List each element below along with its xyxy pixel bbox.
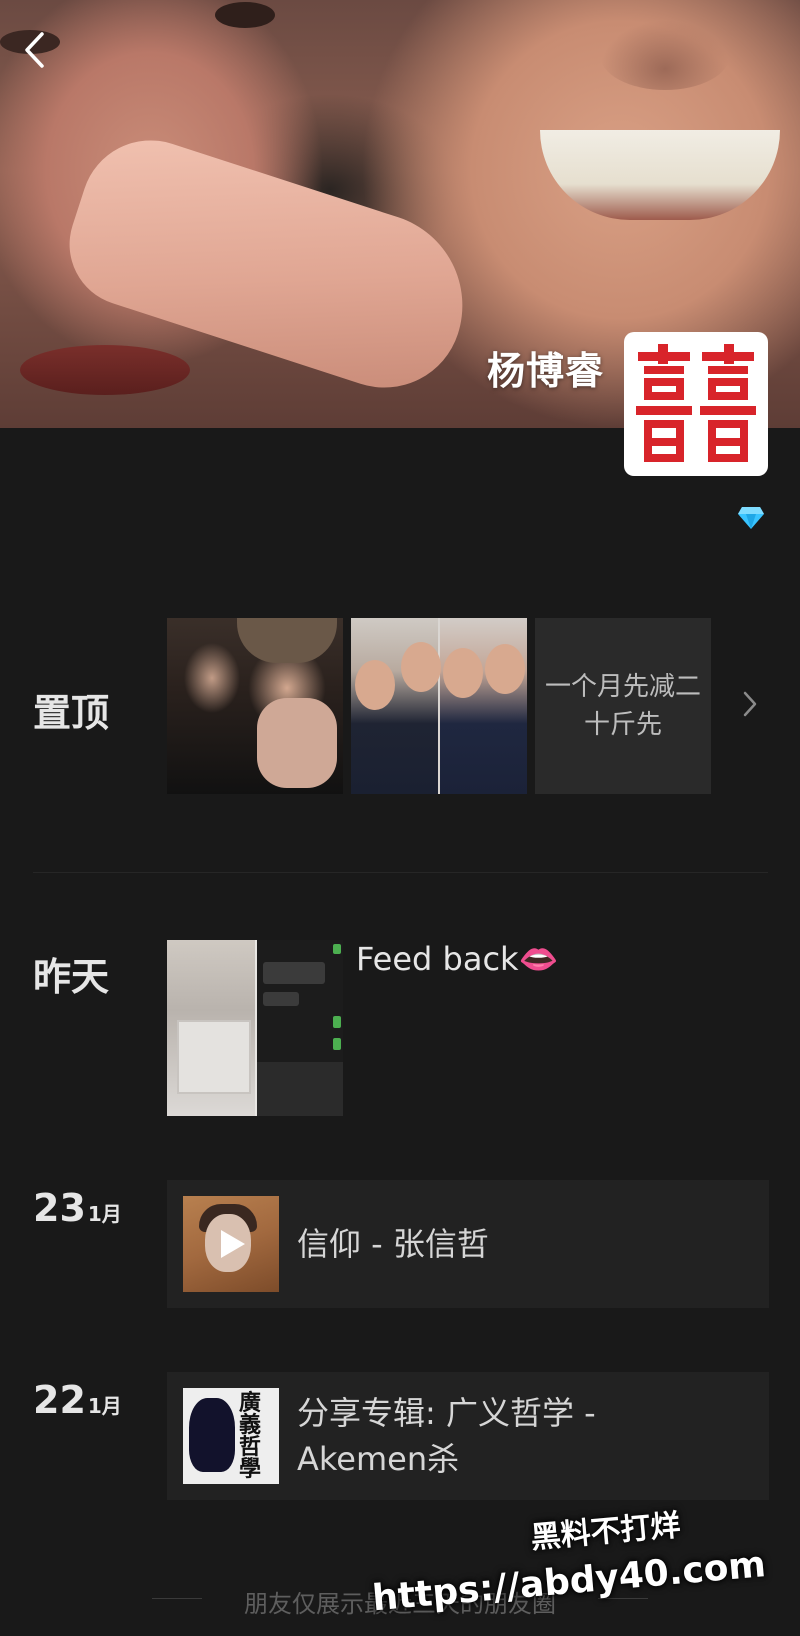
music-share-card[interactable]: 信仰 - 张信哲 [167,1180,769,1308]
photo-detail [333,1038,341,1050]
cover-detail [600,20,730,90]
cover-detail [20,345,190,395]
avatar[interactable] [624,332,768,476]
pinned-text-post[interactable]: 一个月先减二十斤先 [535,618,711,794]
photo-detail [263,992,299,1006]
cover-detail [540,130,780,220]
photo-detail [257,1062,343,1116]
back-button[interactable] [22,30,52,70]
pinned-photo[interactable] [351,618,527,794]
date-day: 22 [33,1378,86,1422]
watermark-text: 黑料不打烊 [529,1508,682,1556]
photo-detail [333,944,341,954]
photo-detail [443,648,483,698]
date-day: 23 [33,1186,86,1230]
diamond-icon[interactable] [737,506,765,534]
photo-detail [177,1020,251,1094]
photo-detail [257,698,337,788]
pinned-label: 置顶 [33,691,110,735]
cover-detail [215,2,275,28]
play-icon [221,1230,245,1258]
photo-detail [333,1016,341,1028]
chevron-left-icon [25,32,44,68]
date-month: 1月 [87,1202,122,1226]
photo-detail [401,642,441,692]
album-title: 分享专辑: 广义哲学 - Akemen杀 [297,1394,596,1478]
yesterday-label: 昨天 [33,955,110,999]
album-cover-text: 廣義哲學 [239,1390,262,1482]
date-month: 1月 [87,1394,122,1418]
album-share-card[interactable]: 廣義哲學 分享专辑: 广义哲学 - Akemen杀 [167,1372,769,1500]
date-label: 23 1月 [33,1186,122,1230]
photo-detail [237,618,337,663]
pinned-photo[interactable] [167,618,343,794]
double-happiness-icon [636,344,756,462]
profile-nickname[interactable]: 杨博睿 [487,340,604,395]
divider [33,872,768,873]
photo-detail [440,618,527,794]
date-label: 22 1月 [33,1378,122,1422]
photo-detail [485,644,525,694]
yesterday-photo[interactable] [167,940,343,1116]
song-cover [183,1196,279,1292]
song-title: 信仰 - 张信哲 [297,1225,489,1263]
album-cover: 廣義哲學 [183,1388,279,1484]
chevron-right-icon[interactable] [742,690,758,722]
yesterday-post-text[interactable]: Feed back👄 [356,940,558,978]
photo-detail [189,1398,235,1472]
photo-detail [355,660,395,710]
photo-detail [263,962,325,984]
